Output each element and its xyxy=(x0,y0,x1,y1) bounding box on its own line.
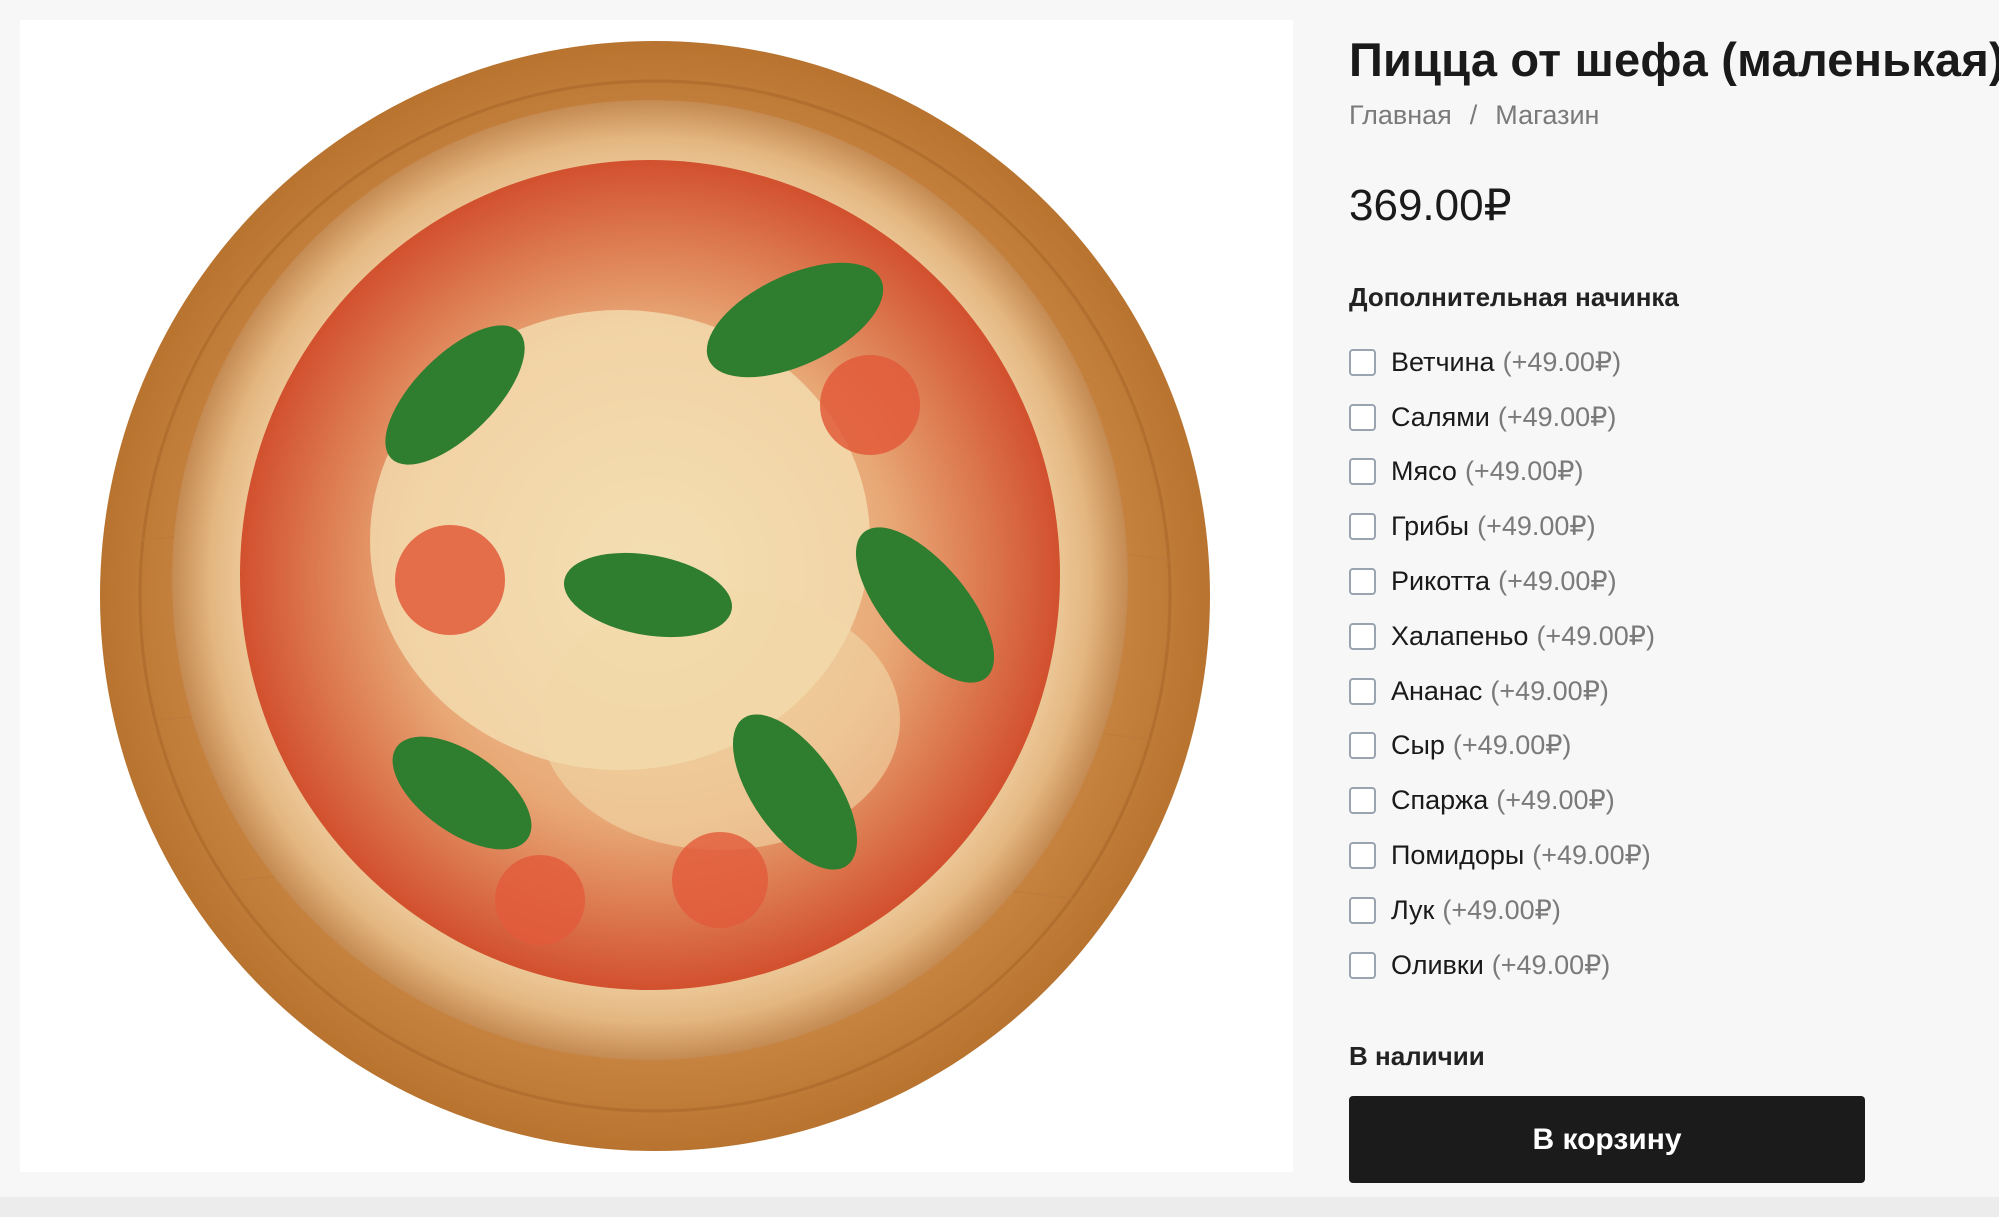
addon-name: Салями xyxy=(1391,401,1490,432)
addon-checkbox[interactable] xyxy=(1349,787,1376,815)
addon-price: (+49.00₽) xyxy=(1491,949,1611,980)
addon-checkbox[interactable] xyxy=(1349,348,1376,376)
addon-checkbox[interactable] xyxy=(1349,622,1376,650)
addon-price: (+49.00₽) xyxy=(1442,894,1561,925)
addon-checkbox[interactable] xyxy=(1349,568,1376,596)
addon-price: (+49.00₽) xyxy=(1496,785,1615,816)
addon-price: (+49.00₽) xyxy=(1497,401,1617,432)
addon-name: Ананас xyxy=(1391,675,1483,706)
product-image-panel xyxy=(20,20,1293,1172)
footer-strip xyxy=(0,1197,1999,1217)
addon-option[interactable]: Спаржа (+49.00₽) xyxy=(1349,773,1949,828)
add-to-cart-button[interactable]: В корзину xyxy=(1349,1096,1865,1183)
addon-option[interactable]: Ананас (+49.00₽) xyxy=(1349,664,1949,719)
addon-name: Помидоры xyxy=(1391,840,1525,871)
addon-option[interactable]: Салями (+49.00₽) xyxy=(1349,390,1949,445)
addon-name: Рикотта xyxy=(1391,566,1491,597)
addon-checkbox[interactable] xyxy=(1349,677,1376,705)
addon-price: (+49.00₽) xyxy=(1536,620,1655,651)
addon-checkbox[interactable] xyxy=(1349,842,1376,870)
addon-name: Спаржа xyxy=(1391,785,1489,816)
addon-option[interactable]: Грибы (+49.00₽) xyxy=(1349,499,1949,554)
product-page: Пицца от шефа (маленькая) Главная / Магази… xyxy=(0,0,1999,1217)
addon-price: (+49.00₽) xyxy=(1532,840,1651,871)
addon-option[interactable]: Лук (+49.00₽) xyxy=(1349,883,1949,938)
product-title: Пицца от шефа (маленькая) xyxy=(1349,33,1999,86)
addon-checkbox[interactable] xyxy=(1349,403,1376,431)
addon-option[interactable]: Халапеньо (+49.00₽) xyxy=(1349,609,1949,664)
product-image xyxy=(100,41,1210,1151)
addon-checkbox[interactable] xyxy=(1349,951,1376,979)
breadcrumb-shop-link[interactable]: Магазин xyxy=(1495,100,1599,130)
addon-price: (+49.00₽) xyxy=(1498,566,1617,597)
addon-price: (+49.00₽) xyxy=(1477,511,1596,542)
addon-name: Сыр xyxy=(1391,730,1445,761)
addons-list: Ветчина (+49.00₽) Салями (+49.00₽) Мясо (+49.… xyxy=(1349,335,1949,993)
addon-option[interactable]: Рикотта (+49.00₽) xyxy=(1349,554,1949,609)
addon-option[interactable]: Помидоры (+49.00₽) xyxy=(1349,828,1949,883)
addon-option[interactable]: Ветчина (+49.00₽) xyxy=(1349,335,1949,390)
addons-heading: Дополнительная начинка xyxy=(1349,282,1679,312)
stock-status: В наличии xyxy=(1349,1041,1485,1071)
product-price: 369.00₽ xyxy=(1349,181,1512,230)
breadcrumb-home-link[interactable]: Главная xyxy=(1349,100,1452,130)
addon-checkbox[interactable] xyxy=(1349,732,1376,760)
addon-checkbox[interactable] xyxy=(1349,896,1376,924)
addon-price: (+49.00₽) xyxy=(1502,346,1622,377)
addon-option[interactable]: Оливки (+49.00₽) xyxy=(1349,938,1949,993)
addon-price: (+49.00₽) xyxy=(1490,675,1609,706)
addon-option[interactable]: Мясо (+49.00₽) xyxy=(1349,445,1949,500)
addon-name: Халапеньо xyxy=(1391,620,1529,651)
addon-checkbox[interactable] xyxy=(1349,458,1376,486)
addon-price: (+49.00₽) xyxy=(1464,456,1584,487)
addon-name: Грибы xyxy=(1391,511,1470,542)
addon-name: Ветчина xyxy=(1391,346,1495,377)
addon-name: Оливки xyxy=(1391,949,1484,980)
breadcrumb: Главная / Магазин xyxy=(1349,100,1599,131)
addon-option[interactable]: Сыр (+49.00₽) xyxy=(1349,719,1949,774)
addon-checkbox[interactable] xyxy=(1349,513,1376,541)
addon-name: Мясо xyxy=(1391,456,1457,487)
addon-price: (+49.00₽) xyxy=(1452,730,1572,761)
addon-name: Лук xyxy=(1391,894,1435,925)
breadcrumb-separator: / xyxy=(1469,100,1478,130)
